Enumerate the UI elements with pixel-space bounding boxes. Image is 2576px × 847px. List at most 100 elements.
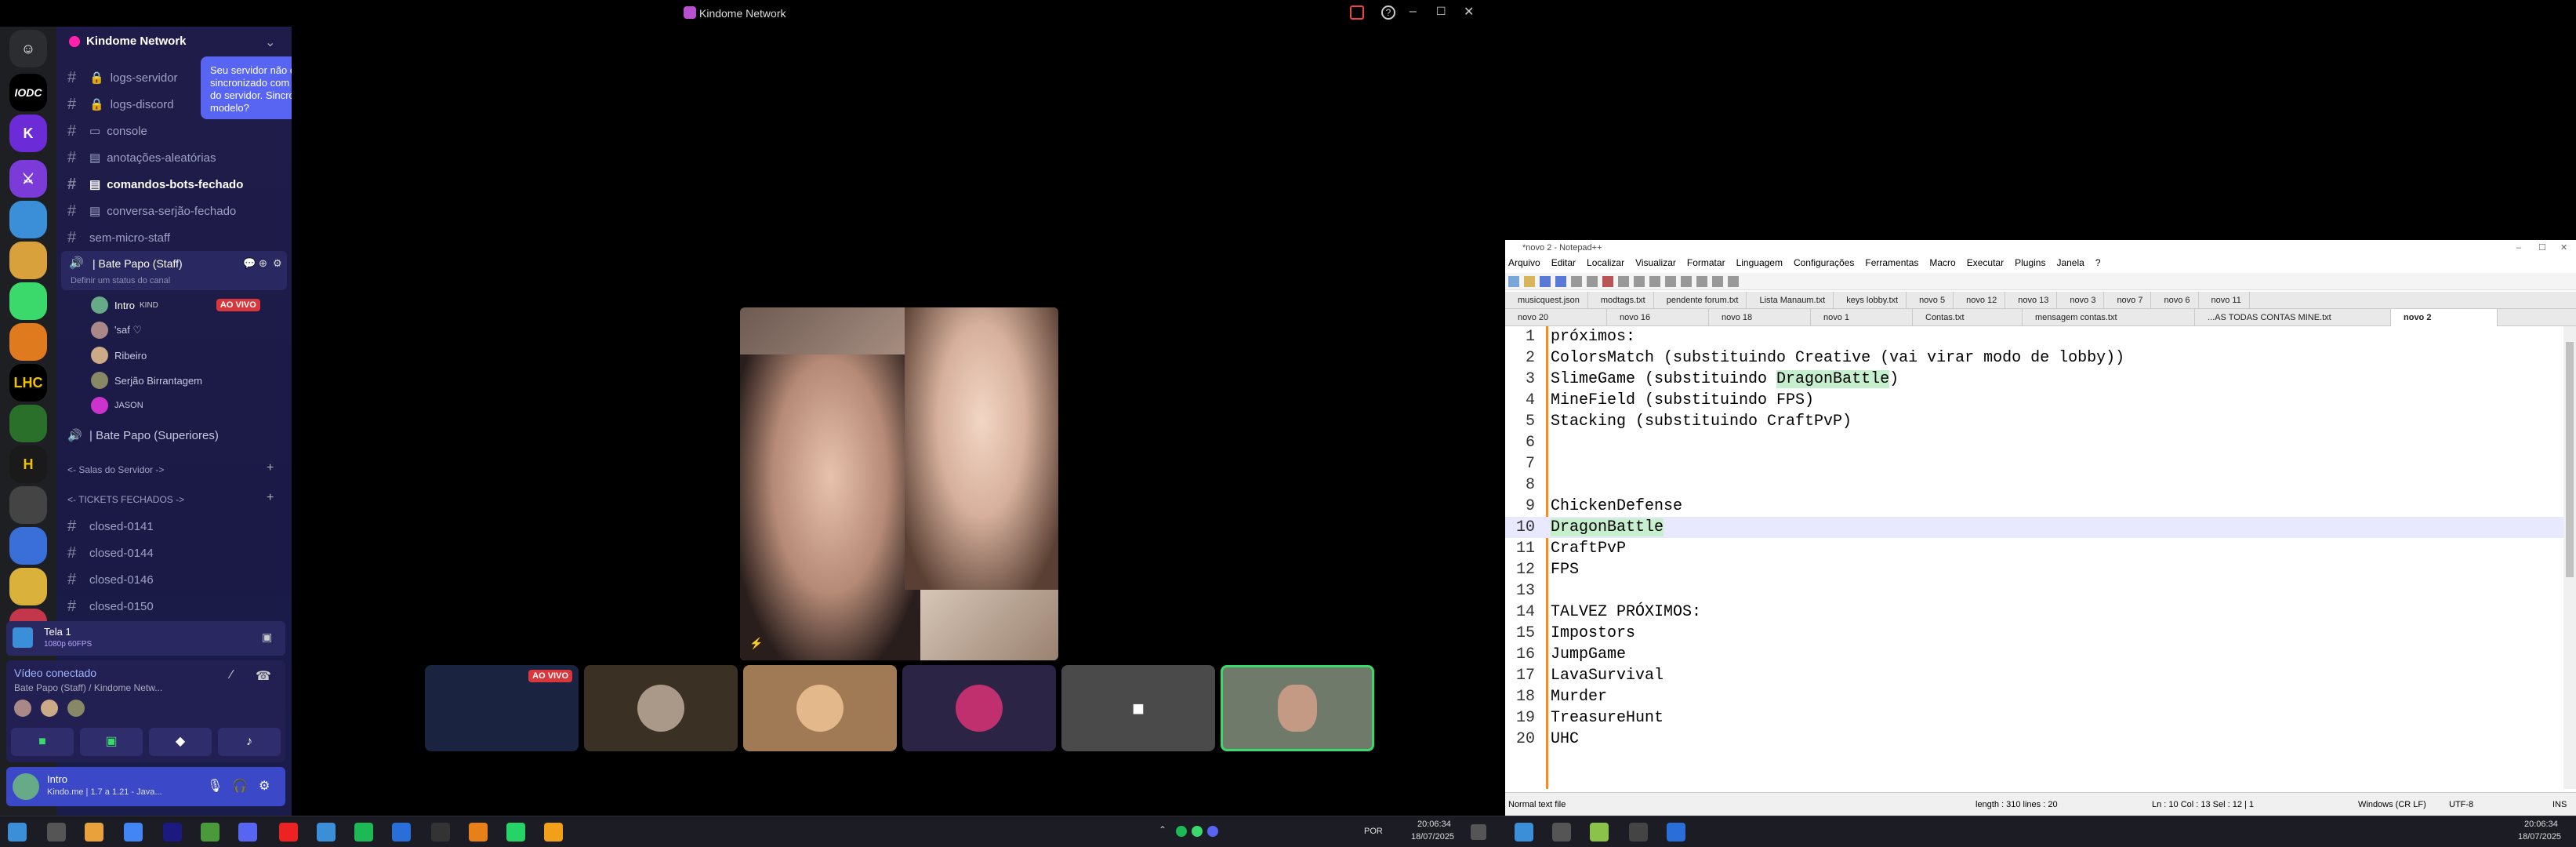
editor-line[interactable]: 5 Stacking (substituindo CraftPvP) xyxy=(1505,411,2563,432)
editor-line[interactable]: 3 SlimeGame (substituindo DragonBattle) xyxy=(1505,369,2563,390)
copy-icon[interactable] xyxy=(1618,276,1629,287)
tray-icon[interactable] xyxy=(1192,826,1203,837)
tab[interactable]: novo 6 xyxy=(2151,292,2199,309)
server-icon-h[interactable]: H xyxy=(9,445,47,483)
close-file-icon[interactable] xyxy=(1571,276,1582,287)
activity-button[interactable]: ◆ xyxy=(149,728,212,756)
editor-line[interactable]: 11 CraftPvP xyxy=(1505,538,2563,559)
open-file-icon[interactable] xyxy=(1524,276,1535,287)
app-icon[interactable] xyxy=(431,823,450,842)
camera-button[interactable]: ■ xyxy=(11,728,74,756)
plus-icon[interactable]: + xyxy=(267,491,274,505)
server-icon[interactable] xyxy=(9,282,47,320)
tab[interactable]: novo 13 xyxy=(2005,292,2058,309)
channel-ticket[interactable]: # closed-0144 xyxy=(67,540,154,566)
inbox-icon[interactable] xyxy=(1350,5,1364,20)
discord-icon[interactable] xyxy=(238,823,257,842)
editor-line[interactable]: 15 Impostors xyxy=(1505,623,2563,644)
editor-line[interactable]: 1 próximos: xyxy=(1505,326,2563,347)
tray-icon[interactable] xyxy=(1207,826,1218,837)
tab-active[interactable]: novo 2 xyxy=(2391,309,2498,326)
app-icon[interactable] xyxy=(1667,823,1685,842)
editor-line[interactable]: 19 TreasureHunt xyxy=(1505,707,2563,729)
server-icon[interactable] xyxy=(9,323,47,361)
editor-line[interactable]: 7 xyxy=(1505,453,2563,474)
app-icon[interactable] xyxy=(392,823,411,842)
notification-icon[interactable] xyxy=(1471,824,1486,840)
new-file-icon[interactable] xyxy=(1508,276,1519,287)
scrollbar-thumb[interactable] xyxy=(2566,342,2574,577)
editor-line[interactable]: 9 ChickenDefense xyxy=(1505,496,2563,517)
tab[interactable]: novo 1 xyxy=(1811,309,1913,326)
vertical-scrollbar[interactable] xyxy=(2563,326,2576,789)
tab[interactable]: modtags.txt xyxy=(1588,292,1654,309)
soundboard-button[interactable]: ♪ xyxy=(218,728,281,756)
chrome-icon[interactable] xyxy=(124,823,143,842)
noise-icon[interactable]: ⁄ xyxy=(230,668,233,682)
minecraft-icon[interactable] xyxy=(201,823,220,842)
menu-visualizar[interactable]: Visualizar xyxy=(1635,257,1676,271)
tab[interactable]: Contas.txt xyxy=(1913,309,2023,326)
add-user-icon[interactable]: ⊕ xyxy=(259,257,267,270)
task-view-icon[interactable] xyxy=(1552,823,1571,842)
video-tile-stream[interactable]: AO VIVO xyxy=(425,665,579,751)
channel-logs-discord[interactable]: # 🔒 logs-discord xyxy=(67,91,174,118)
editor-line[interactable]: 20 UHC xyxy=(1505,729,2563,750)
save-all-icon[interactable] xyxy=(1555,276,1566,287)
tab[interactable]: mensagem contas.txt xyxy=(2023,309,2195,326)
channel-ticket[interactable]: # closed-0150 xyxy=(67,593,154,620)
editor-line[interactable]: 14 TALVEZ PRÓXIMOS: xyxy=(1505,602,2563,623)
video-tile-camera-off[interactable]: ■ xyxy=(1061,665,1215,751)
channel-console[interactable]: # ▭ console xyxy=(67,118,147,144)
menu-help[interactable]: ? xyxy=(2095,257,2101,271)
screen-share-button[interactable]: ▣ xyxy=(80,728,143,756)
tab[interactable]: novo 16 xyxy=(1607,309,1709,326)
spotify-icon[interactable] xyxy=(354,823,373,842)
headphones-icon[interactable]: 🎧 xyxy=(232,778,248,794)
focused-video[interactable]: ⚡ xyxy=(740,307,1058,660)
category-tickets[interactable]: <- TICKETS FECHADOS -> xyxy=(67,486,184,513)
gear-icon[interactable]: ⚙ xyxy=(273,257,282,270)
menu-configuracoes[interactable]: Configurações xyxy=(1794,257,1854,271)
video-tile-speaking[interactable] xyxy=(1221,665,1374,751)
server-icon[interactable] xyxy=(9,486,47,524)
find-icon[interactable] xyxy=(1681,276,1692,287)
maximize-icon[interactable]: ☐ xyxy=(1436,5,1446,18)
menu-formatar[interactable]: Formatar xyxy=(1687,257,1725,271)
voice-channel-superiores[interactable]: 🔊 | Bate Papo (Superiores) xyxy=(67,422,219,449)
app-icon[interactable] xyxy=(163,823,182,842)
tab[interactable]: novo 3 xyxy=(2057,292,2105,309)
channel-comandos-bots[interactable]: # ▤ comandos-bots-fechado xyxy=(67,171,243,198)
menu-macro[interactable]: Macro xyxy=(1929,257,1955,271)
tab[interactable]: ...AS TODAS CONTAS MINE.txt xyxy=(2195,309,2391,326)
voice-user[interactable]: 'saf ♡ xyxy=(91,318,142,342)
category-salas[interactable]: <- Salas do Servidor -> xyxy=(67,456,164,483)
server-icon-lhc[interactable]: LHC xyxy=(9,364,47,402)
menu-janela[interactable]: Janela xyxy=(2056,257,2084,271)
app-icon[interactable] xyxy=(279,823,298,842)
menu-linguagem[interactable]: Linguagem xyxy=(1736,257,1783,271)
menu-arquivo[interactable]: Arquivo xyxy=(1508,257,1540,271)
app-icon[interactable] xyxy=(317,823,336,842)
close-icon[interactable]: ✕ xyxy=(1464,4,1474,20)
chevron-down-icon[interactable]: ⌄ xyxy=(265,35,275,50)
save-icon[interactable] xyxy=(1540,276,1551,287)
zoom-out-icon[interactable] xyxy=(1728,276,1739,287)
tab[interactable]: pendente forum.txt xyxy=(1654,292,1747,309)
tray-icon[interactable] xyxy=(1176,826,1187,837)
voice-user[interactable]: JASON xyxy=(91,394,143,417)
editor-line[interactable]: 4 MineField (substituindo FPS) xyxy=(1505,390,2563,411)
tab[interactable]: novo 7 xyxy=(2104,292,2152,309)
voice-status-placeholder[interactable]: Definir um status do canal xyxy=(71,276,170,285)
clock-time[interactable]: 20:06:34 xyxy=(1417,820,1451,829)
notepadpp-icon[interactable] xyxy=(1590,823,1609,842)
language-indicator[interactable]: POR xyxy=(1364,827,1383,836)
server-icon[interactable]: ⚔ xyxy=(9,160,47,198)
discord-home-icon[interactable]: ☺ xyxy=(9,30,47,67)
editor-line[interactable]: 8 xyxy=(1505,474,2563,496)
clock-time[interactable]: 20:06:34 xyxy=(2524,820,2558,829)
channel-sem-micro[interactable]: # sem-micro-staff xyxy=(67,224,170,251)
chat-icon[interactable]: 💬 xyxy=(243,257,256,270)
editor-line[interactable]: 18 Murder xyxy=(1505,686,2563,707)
vlc-icon[interactable] xyxy=(544,823,563,842)
